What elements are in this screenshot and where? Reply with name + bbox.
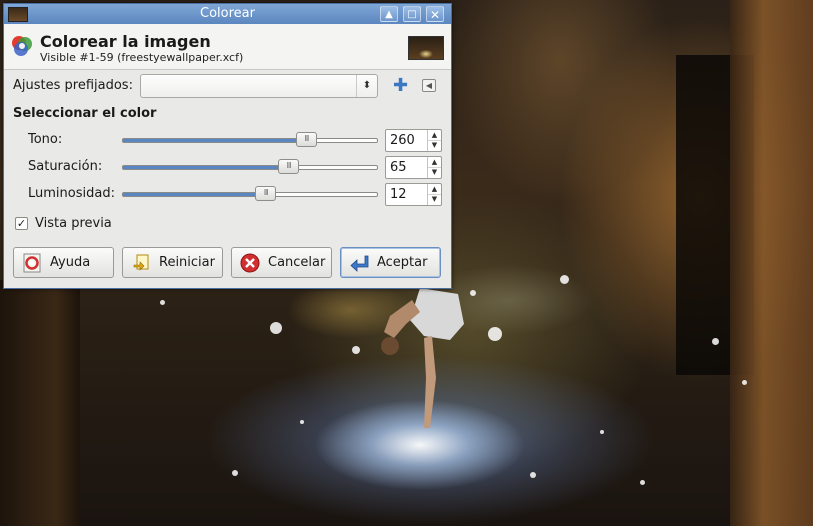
saturation-slider[interactable]: III: [122, 159, 378, 174]
hue-slider-fill: [123, 139, 306, 142]
updown-arrow-icon: ⬍: [356, 75, 377, 97]
lightness-value: 12: [390, 187, 407, 202]
presets-combobox[interactable]: ⬍: [140, 74, 378, 98]
shade-window-button[interactable]: ▲: [380, 6, 398, 22]
wallpaper-left-wall: [0, 280, 80, 526]
maximize-button[interactable]: □: [403, 6, 421, 22]
lightness-slider-handle[interactable]: III: [255, 186, 277, 201]
maximize-icon: □: [407, 9, 417, 20]
preview-label[interactable]: Vista previa: [35, 216, 112, 231]
help-button[interactable]: Ayuda: [13, 247, 114, 278]
hue-label: Tono:: [28, 132, 63, 147]
preset-menu-icon[interactable]: ◀: [422, 79, 436, 92]
enter-arrow-icon: [350, 255, 369, 272]
colorize-dialog: Colorear ▲ □ ✕ Colorear la imagen Visibl…: [3, 3, 452, 289]
help-label: Ayuda: [50, 255, 91, 270]
dialog-header: Colorear la imagen Visible #1-59 (freest…: [4, 24, 451, 70]
hue-spinbox[interactable]: 260 ▲ ▼: [385, 129, 442, 152]
lightness-spinbox[interactable]: 12 ▲ ▼: [385, 183, 442, 206]
saturation-spinbox[interactable]: 65 ▲ ▼: [385, 156, 442, 179]
reset-button[interactable]: Reiniciar: [122, 247, 223, 278]
accept-button[interactable]: Aceptar: [340, 247, 441, 278]
lifebuoy-icon: [23, 253, 41, 273]
accept-label: Aceptar: [377, 255, 428, 270]
lightness-slider-fill: [123, 193, 266, 196]
hue-value: 260: [390, 133, 415, 148]
checkmark-icon: ✓: [16, 217, 27, 230]
hue-slider[interactable]: III: [122, 132, 378, 147]
hue-slider-handle[interactable]: III: [295, 132, 317, 147]
presets-label: Ajustes prefijados:: [13, 78, 133, 93]
reset-icon: [133, 254, 149, 271]
cancel-button[interactable]: Cancelar: [231, 247, 332, 278]
saturation-value: 65: [390, 160, 407, 175]
close-icon: ✕: [429, 8, 441, 22]
image-preview-thumbnail: [408, 36, 444, 60]
colorize-tool-icon: [12, 36, 32, 56]
lightness-slider[interactable]: III: [122, 186, 378, 201]
add-preset-icon[interactable]: ✚: [393, 77, 409, 95]
arrow-up-icon: ▲: [385, 9, 393, 20]
title-bar[interactable]: Colorear ▲ □ ✕: [4, 4, 451, 24]
section-title: Seleccionar el color: [13, 106, 157, 121]
preview-checkbox[interactable]: ✓: [15, 217, 28, 230]
cancel-icon: [240, 253, 260, 273]
cancel-label: Cancelar: [268, 255, 326, 270]
lightness-label: Luminosidad:: [28, 186, 115, 201]
lightness-decrement-icon[interactable]: ▼: [428, 194, 441, 204]
dialog-heading: Colorear la imagen: [40, 32, 211, 51]
close-button[interactable]: ✕: [426, 6, 444, 22]
image-name: Visible #1-59 (freestyewallpaper.xcf): [40, 51, 244, 64]
hue-decrement-icon[interactable]: ▼: [428, 140, 441, 150]
reset-label: Reiniciar: [159, 255, 215, 270]
saturation-decrement-icon[interactable]: ▼: [428, 167, 441, 177]
saturation-label: Saturación:: [28, 159, 103, 174]
wallpaper-right-wall: [730, 0, 813, 526]
saturation-slider-fill: [123, 166, 289, 169]
saturation-slider-handle[interactable]: III: [278, 159, 300, 174]
